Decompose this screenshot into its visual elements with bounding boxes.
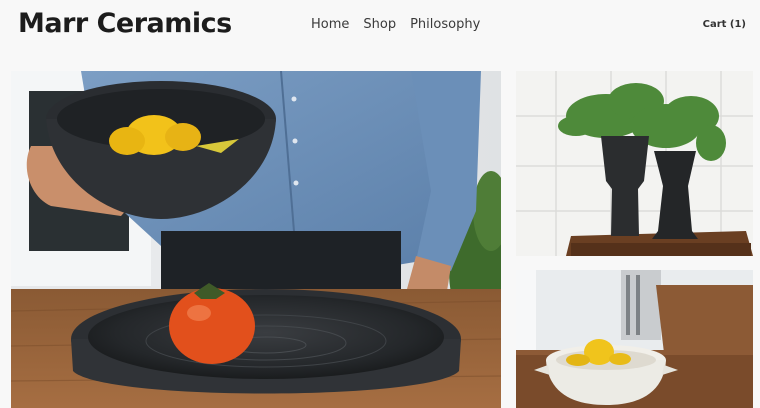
gallery-photo-vases[interactable] bbox=[516, 71, 753, 256]
white-bowl-photo bbox=[516, 270, 753, 408]
vases-photo bbox=[516, 71, 753, 256]
brand-logo[interactable]: Marr Ceramics bbox=[18, 8, 232, 39]
main-nav: Home Shop Philosophy bbox=[311, 17, 480, 32]
cart-link[interactable]: Cart (1) bbox=[703, 19, 746, 30]
bowls-photo bbox=[11, 71, 501, 408]
gallery-photo-bowls[interactable] bbox=[11, 71, 501, 408]
nav-shop-link[interactable]: Shop bbox=[363, 17, 396, 32]
site-header: Marr Ceramics Home Shop Philosophy Cart … bbox=[0, 0, 760, 60]
gallery-photo-white-bowl[interactable] bbox=[516, 270, 753, 408]
nav-philosophy-link[interactable]: Philosophy bbox=[410, 17, 480, 32]
nav-home-link[interactable]: Home bbox=[311, 17, 349, 32]
